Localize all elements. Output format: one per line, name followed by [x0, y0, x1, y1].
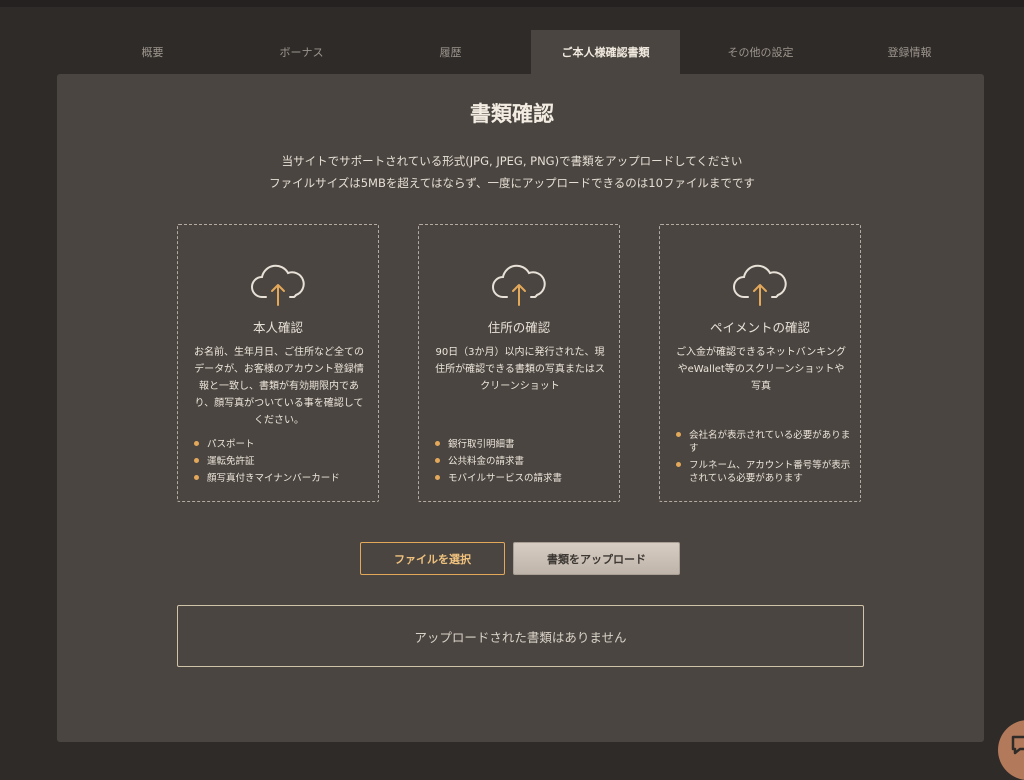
bullet-icon: [676, 462, 681, 467]
instructions-line-1: 当サイトでサポートされている形式(JPG, JPEG, PNG)で書類をアップロ…: [281, 154, 743, 168]
bullet-icon: [435, 458, 440, 463]
identity-card[interactable]: 本人確認 お名前、生年月日、ご住所など全てのデータが、お客様のアカウント登録情報…: [177, 224, 379, 502]
list-item: 運転免許証: [192, 455, 372, 468]
tab-other-settings[interactable]: その他の設定: [686, 30, 835, 74]
document-list: パスポート 運転免許証 顔写真付きマイナンバーカード: [192, 438, 372, 489]
select-file-button[interactable]: ファイルを選択: [360, 542, 505, 575]
uploaded-documents-empty-state: アップロードされた書類はありません: [177, 605, 864, 667]
bullet-icon: [194, 475, 199, 480]
card-title: ペイメントの確認: [709, 320, 810, 335]
address-card[interactable]: 住所の確認 90日（3か月）以内に発行された、現住所が確認できる書類の写真または…: [418, 224, 620, 502]
card-title: 本人確認: [252, 320, 303, 335]
card-title: 住所の確認: [487, 320, 551, 335]
empty-state-text: アップロードされた書類はありません: [414, 629, 627, 645]
bullet-icon: [194, 458, 199, 463]
upload-documents-button[interactable]: 書類をアップロード: [513, 542, 680, 575]
cloud-upload-icon: [492, 264, 546, 306]
list-item: 公共料金の請求書: [433, 455, 613, 468]
card-description: 90日（3か月）以内に発行された、現住所が確認できる書類の写真またはスクリーンシ…: [435, 347, 605, 392]
top-bar: [0, 0, 1024, 7]
list-item: 会社名が表示されている必要があります: [674, 429, 854, 455]
bullet-icon: [676, 432, 681, 437]
page-title: 書類確認: [470, 102, 554, 126]
list-item: フルネーム、アカウント番号等が表示されている必要があります: [674, 459, 854, 485]
payment-card[interactable]: ペイメントの確認 ご入金が確認できるネットバンキングやeWallet等のスクリー…: [659, 224, 861, 502]
tab-overview[interactable]: 概要: [78, 30, 227, 74]
card-description: ご入金が確認できるネットバンキングやeWallet等のスクリーンショットや写真: [676, 347, 846, 392]
chat-button[interactable]: [998, 720, 1024, 780]
bullet-icon: [194, 441, 199, 446]
account-tabs: 概要 ボーナス 履歴 ご本人様確認書類 その他の設定 登録情報: [78, 30, 984, 74]
cloud-upload-icon: [251, 264, 305, 306]
list-item: 顔写真付きマイナンバーカード: [192, 472, 372, 485]
list-item: モバイルサービスの請求書: [433, 472, 613, 485]
tab-registration-info[interactable]: 登録情報: [835, 30, 984, 74]
tab-history[interactable]: 履歴: [376, 30, 525, 74]
bullet-icon: [435, 475, 440, 480]
tab-identity-documents[interactable]: ご本人様確認書類: [531, 30, 680, 74]
cloud-upload-icon: [733, 264, 787, 306]
list-item: パスポート: [192, 438, 372, 451]
card-description: お名前、生年月日、ご住所など全てのデータが、お客様のアカウント登録情報と一致し、…: [194, 347, 364, 426]
instructions-line-2: ファイルサイズは5MBを超えてはならず、一度にアップロードできるのは10ファイル…: [269, 176, 755, 190]
tab-bonus[interactable]: ボーナス: [227, 30, 376, 74]
chat-icon: [1011, 735, 1024, 755]
bullet-icon: [435, 441, 440, 446]
document-list: 銀行取引明細書 公共料金の請求書 モバイルサービスの請求書: [433, 438, 613, 489]
document-list: 会社名が表示されている必要があります フルネーム、アカウント番号等が表示されてい…: [674, 429, 854, 489]
list-item: 銀行取引明細書: [433, 438, 613, 451]
